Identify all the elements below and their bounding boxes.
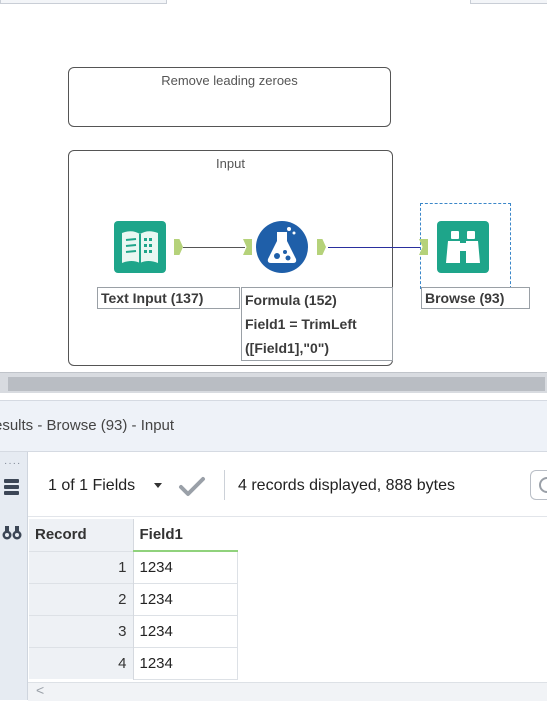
results-grid: Record Field1 1 1234 2 1234 3 1234 4 123…: [29, 519, 238, 680]
canvas-horizontal-scrollbar-track[interactable]: [0, 372, 547, 393]
comment-text: Remove leading zeroes: [161, 73, 298, 88]
toolbar-divider: [224, 470, 225, 500]
rail-grip-icon[interactable]: ····: [4, 458, 21, 469]
formula-label-title: Formula (152): [245, 292, 337, 308]
record-number: 3: [29, 614, 134, 647]
grid-header-row: Record Field1: [29, 519, 237, 552]
toolbar-fragment-left: [0, 0, 167, 4]
table-row[interactable]: 4 1234: [29, 646, 238, 680]
formula-flask-icon: [267, 227, 297, 263]
column-header-record[interactable]: Record: [29, 519, 134, 551]
canvas-bottom-area: [0, 370, 547, 400]
checkmark-icon[interactable]: [178, 475, 206, 499]
table-row[interactable]: 2 1234: [29, 582, 238, 616]
grid-horizontal-scrollbar[interactable]: <: [28, 682, 547, 701]
canvas-horizontal-scrollbar-thumb[interactable]: [8, 377, 545, 391]
text-input-label: Text Input (137): [97, 287, 240, 309]
record-number: 4: [29, 646, 134, 679]
field1-cell[interactable]: 1234: [132, 614, 238, 648]
scroll-left-icon[interactable]: <: [36, 682, 44, 698]
workflow-canvas[interactable]: Remove leading zeroes Input Text Input (…: [0, 0, 547, 370]
search-input[interactable]: [530, 470, 547, 500]
record-number: 1: [29, 550, 134, 583]
formula-label-expression-cont: ([Field1],"0"): [245, 340, 330, 356]
container-title: Input: [216, 156, 245, 171]
results-header: esults - Browse (93) - Input: [0, 400, 547, 452]
connection-input-to-formula[interactable]: [183, 247, 245, 248]
table-row[interactable]: 3 1234: [29, 614, 238, 648]
search-icon: [539, 477, 547, 493]
records-info: 4 records displayed, 888 bytes: [238, 477, 456, 494]
browse-label: Browse (93): [421, 287, 530, 309]
browse-tool[interactable]: [437, 221, 489, 273]
field1-cell[interactable]: 1234: [132, 582, 238, 616]
chevron-down-icon[interactable]: [154, 483, 162, 488]
binoculars-icon: [446, 231, 480, 263]
results-title: esults - Browse (93) - Input: [0, 417, 175, 434]
field1-cell[interactable]: 1234: [132, 550, 238, 584]
toolbar-fragment-right: [470, 0, 547, 4]
formula-tool[interactable]: [256, 221, 308, 273]
record-number: 2: [29, 582, 134, 615]
text-input-book-icon: [122, 231, 158, 263]
results-window: esults - Browse (93) - Input ···· 1 of 1…: [0, 400, 547, 700]
column-header-field1[interactable]: Field1: [133, 519, 237, 552]
text-input-tool[interactable]: [114, 221, 166, 273]
table-view-icon[interactable]: [2, 476, 22, 496]
table-row[interactable]: 1 1234: [29, 550, 238, 584]
binoculars-icon[interactable]: [2, 522, 22, 542]
results-left-rail: ····: [0, 452, 28, 700]
field1-cell[interactable]: 1234: [132, 646, 238, 680]
formula-label-expression: Field1 = TrimLeft: [245, 316, 357, 332]
connection-formula-to-browse[interactable]: [328, 247, 420, 248]
fields-selector-dropdown[interactable]: 1 of 1 Fields: [48, 477, 135, 495]
comment-box[interactable]: Remove leading zeroes: [68, 67, 391, 127]
results-toolbar: 1 of 1 Fields 4 records displayed, 888 b…: [28, 452, 547, 517]
formula-label: Formula (152) Field1 = TrimLeft ([Field1…: [241, 287, 393, 361]
